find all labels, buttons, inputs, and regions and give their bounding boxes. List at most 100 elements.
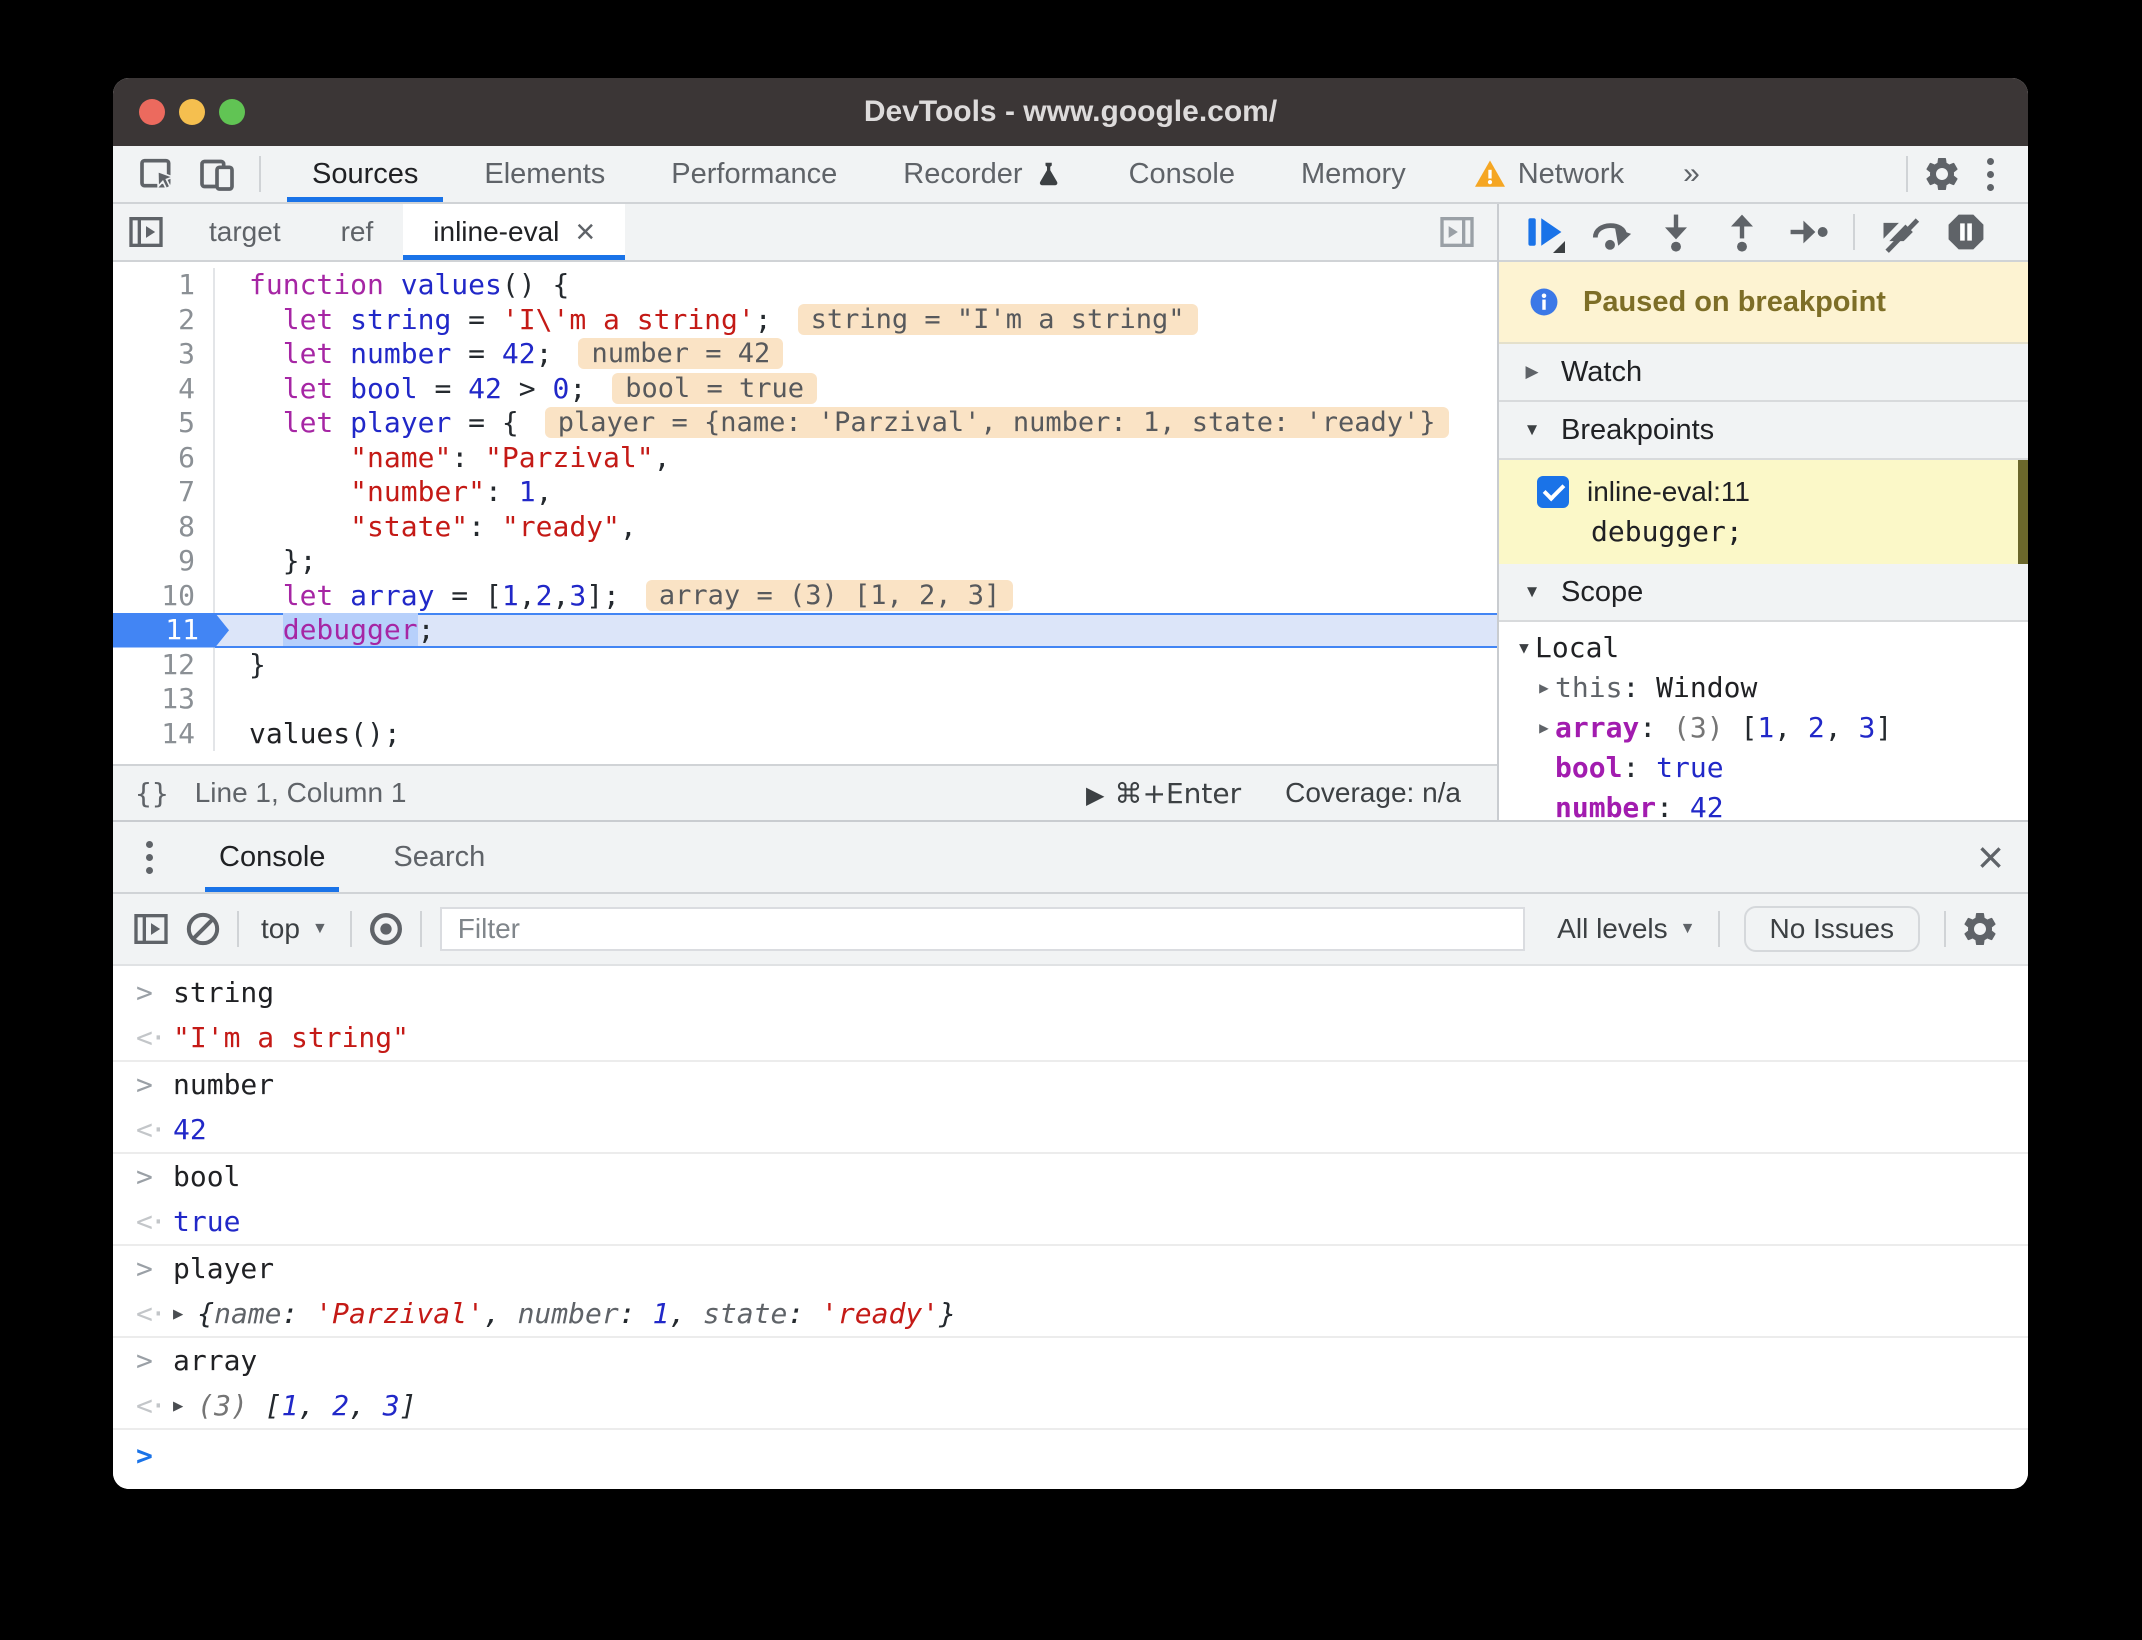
scope-row[interactable]: number: 42 [1499, 788, 2028, 820]
console-tab-search[interactable]: Search [359, 822, 519, 892]
scope-row[interactable]: ▶ this: Window [1499, 668, 2028, 708]
resume-script-icon[interactable] [1521, 209, 1567, 255]
code-token: bool [1555, 751, 1623, 784]
chevron-right-icon[interactable]: ▶ [1533, 668, 1555, 708]
console-prompt-row[interactable]: > [113, 1428, 2028, 1480]
inspect-element-icon[interactable] [131, 150, 183, 198]
step-over-icon[interactable] [1587, 209, 1633, 255]
scope-row[interactable]: bool: true [1499, 748, 2028, 788]
debugger-sidebar-toggle-icon[interactable] [1431, 208, 1483, 256]
tab-recorder[interactable]: Recorder [870, 146, 1095, 202]
step-out-icon[interactable] [1719, 209, 1765, 255]
tab-memory[interactable]: Memory [1268, 146, 1439, 202]
close-icon[interactable]: × [1977, 822, 2004, 892]
resume-dropdown-icon[interactable] [1553, 241, 1565, 253]
deactivate-breakpoints-icon[interactable] [1877, 209, 1923, 255]
step-into-icon[interactable] [1653, 209, 1699, 255]
line-number[interactable]: 7 [113, 475, 215, 510]
code-token: : [1656, 791, 1690, 820]
eye-icon[interactable] [360, 905, 412, 953]
code-token: , [619, 509, 637, 543]
file-tab-ref[interactable]: ref [311, 204, 404, 260]
navigator-toggle-icon[interactable] [113, 204, 179, 260]
breakpoints-section-header[interactable]: ▼ Breakpoints [1499, 402, 2028, 460]
close-tab-icon[interactable]: × [575, 215, 595, 249]
file-tab-target[interactable]: target [179, 204, 311, 260]
line-number[interactable]: 4 [113, 371, 215, 406]
tab-performance[interactable]: Performance [638, 146, 870, 202]
tab-network[interactable]: Network [1439, 146, 1657, 202]
code-token: number [1555, 791, 1657, 820]
console-tab-console[interactable]: Console [185, 822, 359, 892]
code-line-text: debugger; [215, 613, 1497, 648]
tab-sources[interactable]: Sources [279, 146, 451, 202]
no-issues-button[interactable]: No Issues [1743, 906, 1920, 952]
console-command-row[interactable]: > player [113, 1244, 2028, 1291]
code-line: 3 let number = 42; number = 42 [113, 337, 1497, 372]
code-token: , [669, 1297, 704, 1330]
watch-section-header[interactable]: ▶ Watch [1499, 344, 2028, 402]
line-number[interactable]: 3 [113, 337, 215, 372]
line-number[interactable]: 11 [113, 613, 229, 648]
settings-gear-icon[interactable] [1916, 150, 1968, 198]
line-number[interactable]: 2 [113, 302, 215, 337]
chevron-down-icon[interactable]: ▼ [1521, 420, 1543, 440]
console-header: Console Search × [113, 822, 2028, 894]
scrollbar-thumb[interactable] [2018, 460, 2028, 564]
code-editor[interactable]: 1 function values() {2 let string = 'I\'m… [113, 262, 1497, 764]
more-tabs-button[interactable]: » [1657, 157, 1726, 191]
line-number[interactable]: 12 [113, 647, 215, 682]
console-result-row[interactable]: <· "I'm a string" [113, 1015, 2028, 1060]
chevron-right-icon[interactable]: ▶ [1521, 362, 1543, 382]
log-levels-selector[interactable]: All levels ▼ [1543, 913, 1709, 945]
console-settings-gear-icon[interactable] [1954, 905, 2006, 953]
tab-console[interactable]: Console [1096, 146, 1268, 202]
breakpoint-checkbox[interactable] [1537, 476, 1569, 508]
more-options-icon[interactable] [1968, 150, 2012, 198]
line-number[interactable]: 10 [113, 578, 215, 613]
console-result-row[interactable]: <· true [113, 1199, 2028, 1244]
line-number[interactable]: 6 [113, 440, 215, 475]
clear-console-icon[interactable] [177, 905, 229, 953]
console-command-row[interactable]: > array [113, 1336, 2028, 1383]
code-token: ; [754, 302, 772, 336]
pause-on-exceptions-icon[interactable] [1943, 209, 1989, 255]
console-command-row[interactable]: > string [113, 970, 2028, 1015]
debugger-sidebar: Paused on breakpoint ▶ Watch ▼ Breakpoin… [1497, 204, 2028, 820]
expand-triangle-icon[interactable]: ▶ [173, 1396, 183, 1416]
expand-triangle-icon[interactable]: ▶ [173, 1304, 183, 1324]
file-tab-inline-eval[interactable]: inline-eval × [403, 204, 626, 260]
console-tabs: Console Search [185, 822, 519, 892]
breakpoint-entry[interactable]: inline-eval:11 debugger; [1499, 460, 2028, 564]
line-number[interactable]: 13 [113, 682, 215, 717]
scope-row[interactable]: ▶ array: (3) [1, 2, 3] [1499, 708, 2028, 748]
console-result-row[interactable]: <· ▶{name: 'Parzival', number: 1, state: … [113, 1291, 2028, 1336]
console-result-row[interactable]: <· ▶ (3) [1, 2, 3] [113, 1383, 2028, 1428]
chevron-right-icon[interactable]: ▶ [1533, 708, 1555, 748]
scope-row[interactable]: ▼ Local [1499, 628, 2028, 668]
chevron-down-icon[interactable]: ▼ [1513, 628, 1535, 668]
console-menu-icon[interactable] [127, 840, 171, 874]
console-command-row[interactable]: > bool [113, 1152, 2028, 1199]
chevron-down-icon[interactable]: ▼ [1521, 582, 1543, 602]
scope-section-header[interactable]: ▼ Scope [1499, 564, 2028, 622]
line-number[interactable]: 14 [113, 716, 215, 751]
console-command-row[interactable]: > number [113, 1060, 2028, 1107]
console-output[interactable]: > string <· "I'm a string" > number <· 42 > bool <… [113, 966, 2028, 1489]
pretty-print-icon[interactable]: {} [135, 777, 169, 810]
code-token: 1 [501, 578, 519, 612]
info-icon [1530, 288, 1558, 316]
console-result-row[interactable]: <· 42 [113, 1107, 2028, 1152]
line-number[interactable]: 8 [113, 509, 215, 544]
line-number[interactable]: 9 [113, 544, 215, 579]
line-number[interactable]: 1 [113, 268, 215, 303]
console-sidebar-toggle-icon[interactable] [125, 905, 177, 953]
chevron-right-icon: > [136, 1160, 153, 1193]
device-toolbar-icon[interactable] [191, 150, 243, 198]
step-icon[interactable] [1785, 209, 1831, 255]
tab-elements[interactable]: Elements [451, 146, 638, 202]
filter-input[interactable] [439, 907, 1526, 951]
context-selector[interactable]: top ▼ [247, 913, 342, 945]
line-number[interactable]: 5 [113, 406, 215, 441]
